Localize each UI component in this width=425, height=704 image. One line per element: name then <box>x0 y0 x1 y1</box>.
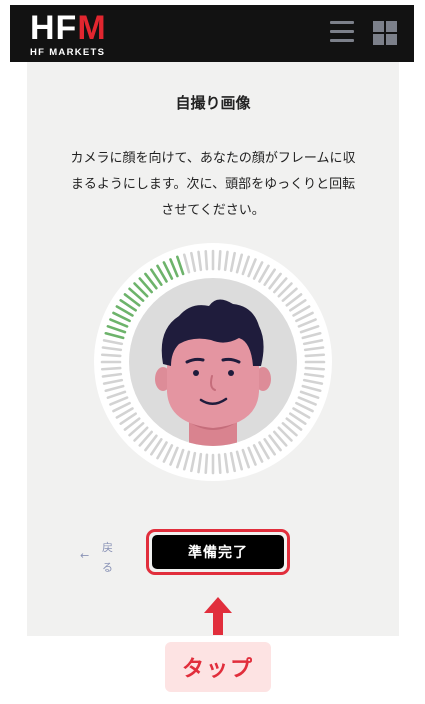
logo-accent: M <box>77 9 107 47</box>
apps-grid-icon[interactable] <box>373 21 397 45</box>
face-capture-frame <box>94 243 332 481</box>
progress-tick <box>217 453 222 475</box>
progress-tick <box>304 366 326 371</box>
progress-tick <box>304 353 326 358</box>
logo-subtitle: HF MARKETS <box>30 47 106 58</box>
progress-tick <box>204 249 209 271</box>
page-title: 自撮り画像 <box>175 94 251 112</box>
top-bar: HF M HF MARKETS <box>10 5 414 62</box>
instruction-text: カメラに顔を向けて、あなたの顔がフレームに収まるようにします。次に、頭部をゆっく… <box>70 151 356 218</box>
progress-tick <box>100 366 122 371</box>
hamburger-menu-icon[interactable] <box>330 21 354 43</box>
progress-tick <box>217 249 222 271</box>
progress-tick <box>204 453 209 475</box>
tap-annotation: タップ <box>165 642 271 692</box>
back-label: 戻る <box>102 541 113 574</box>
logo-text: HF <box>30 9 78 47</box>
arrow-up-icon <box>204 597 232 635</box>
back-arrow-icon: ← <box>80 549 90 562</box>
progress-tick <box>100 353 122 358</box>
hfm-logo[interactable]: HF M HF MARKETS <box>30 11 107 58</box>
ready-button[interactable]: 準備完了 <box>152 535 284 569</box>
back-button[interactable]: ← 戻る <box>80 538 120 578</box>
